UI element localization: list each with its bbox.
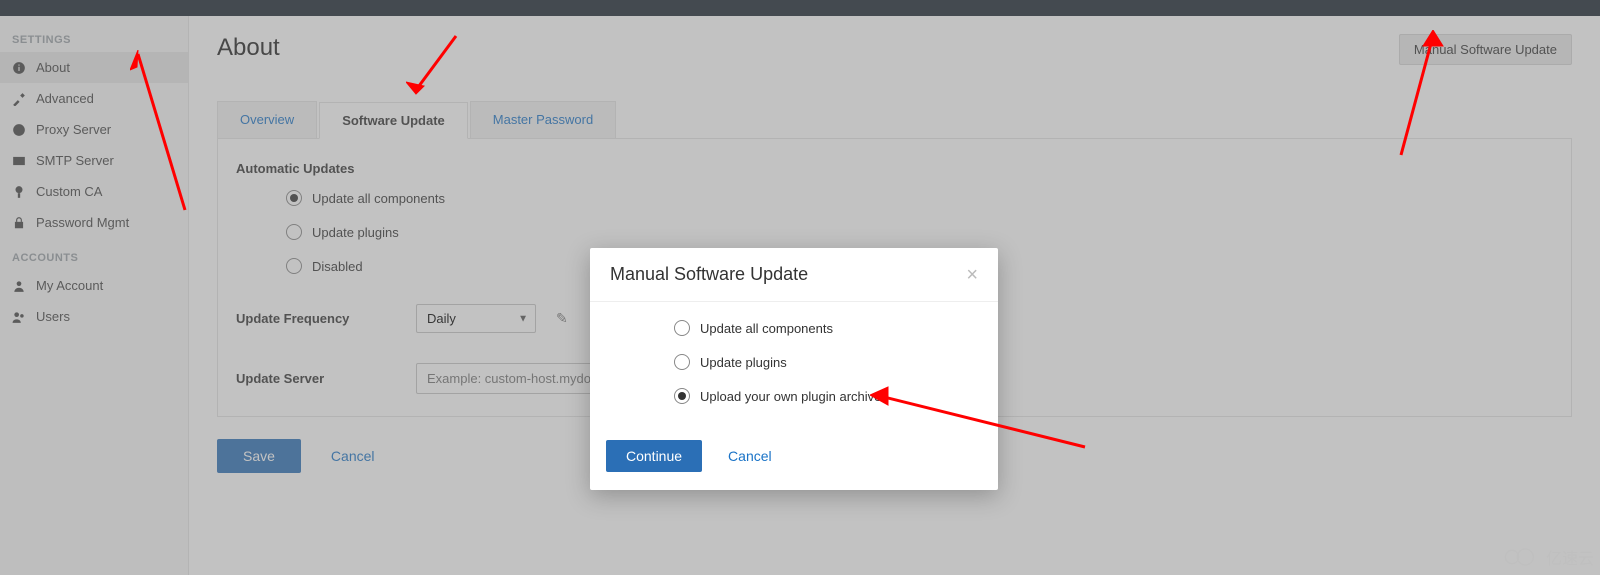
watermark: 亿速云 — [1502, 545, 1594, 569]
radio-icon — [674, 388, 690, 404]
radio-label: Update all components — [700, 321, 833, 336]
modal-header: Manual Software Update × — [590, 248, 998, 302]
modal-cancel-button[interactable]: Cancel — [728, 448, 772, 464]
radio-label: Upload your own plugin archive — [700, 389, 881, 404]
modal-radio-update-plugins[interactable]: Update plugins — [674, 354, 974, 370]
manual-software-update-modal: Manual Software Update × Update all comp… — [590, 248, 998, 490]
watermark-text: 亿速云 — [1546, 545, 1594, 569]
continue-button[interactable]: Continue — [606, 440, 702, 472]
radio-icon — [674, 320, 690, 336]
modal-radio-update-all[interactable]: Update all components — [674, 320, 974, 336]
radio-label: Update plugins — [700, 355, 787, 370]
modal-title: Manual Software Update — [610, 264, 808, 285]
modal-body: Update all components Update plugins Upl… — [590, 302, 998, 430]
modal-footer: Continue Cancel — [590, 430, 998, 490]
modal-radio-upload-archive[interactable]: Upload your own plugin archive — [674, 388, 974, 404]
radio-icon — [674, 354, 690, 370]
close-icon[interactable]: × — [966, 265, 978, 285]
